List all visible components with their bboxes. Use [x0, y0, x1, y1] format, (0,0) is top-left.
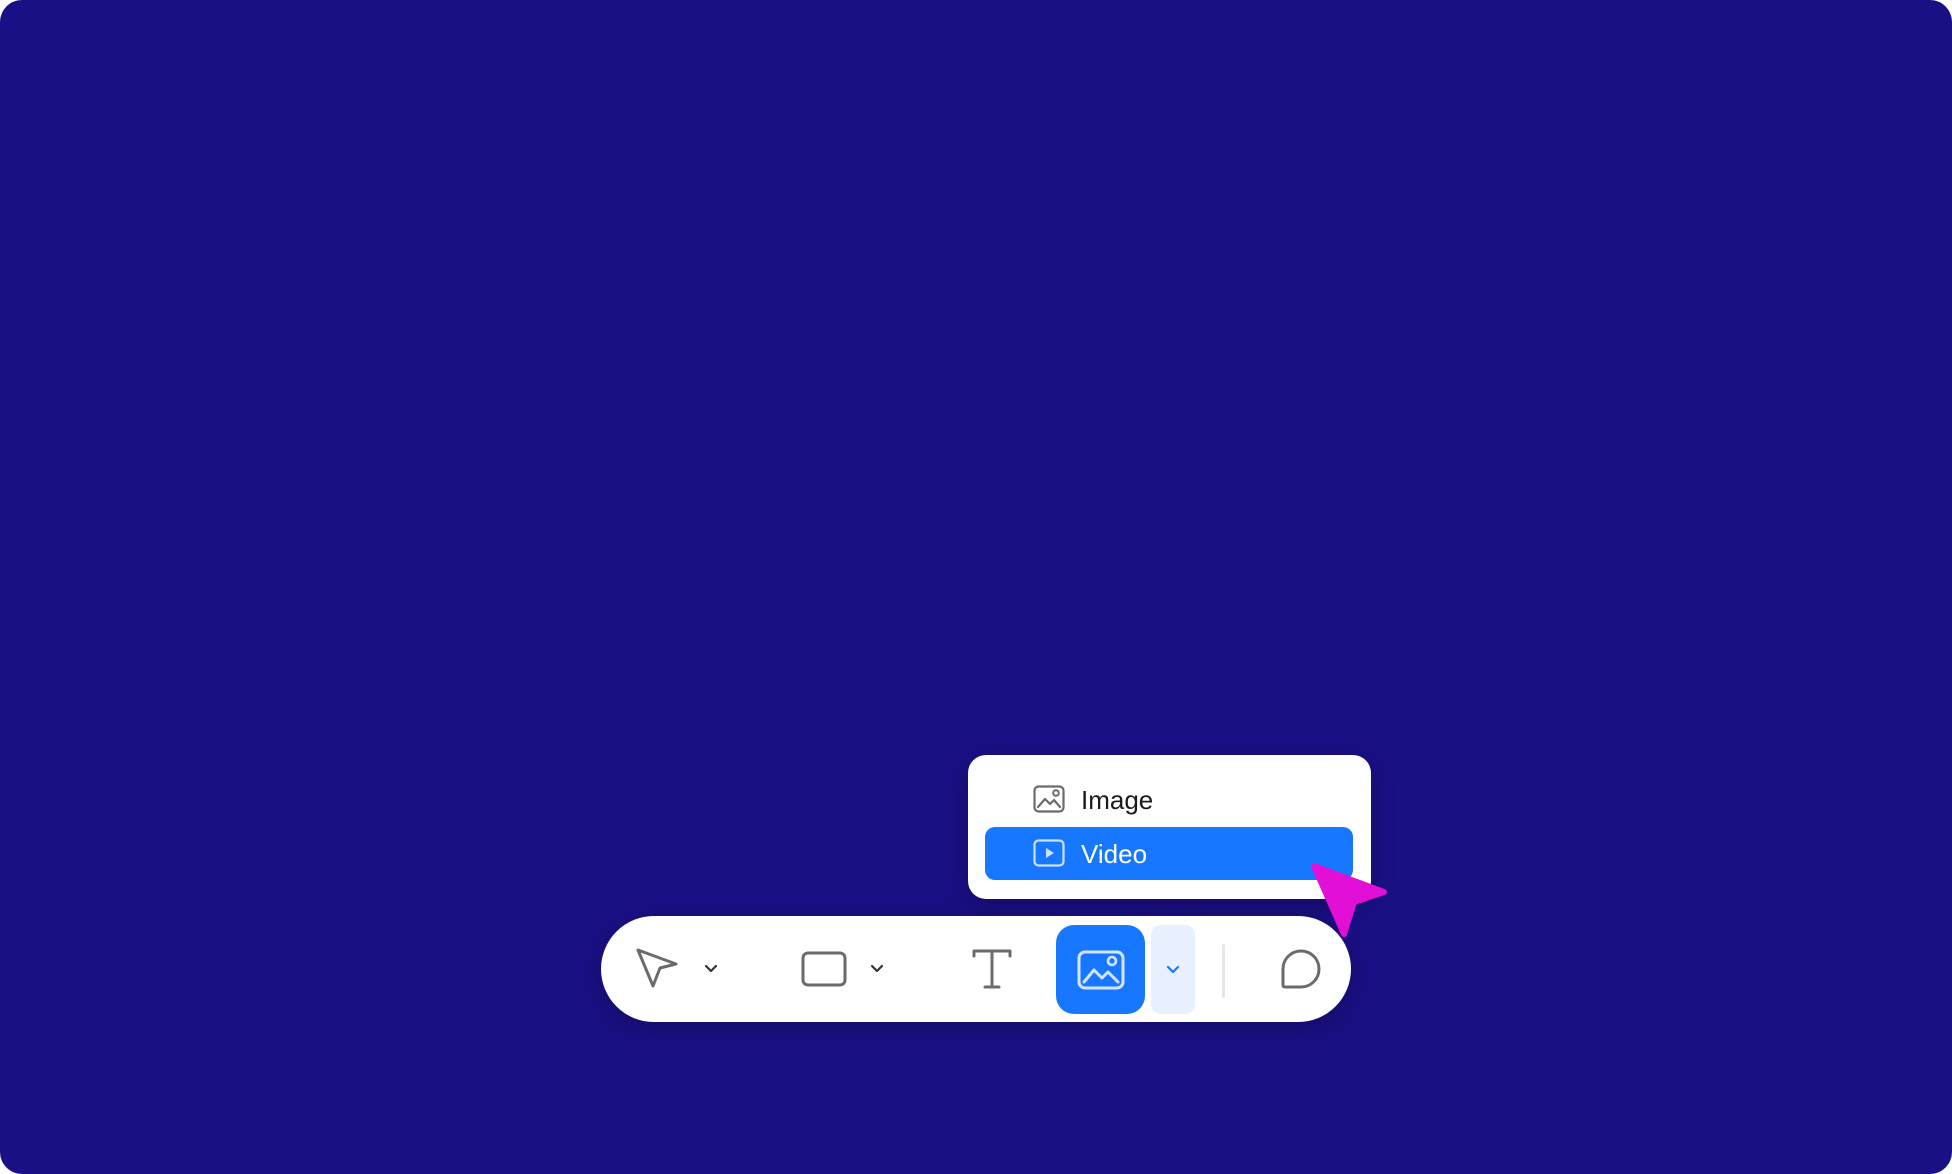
- menu-item-image[interactable]: Image: [985, 773, 1353, 826]
- menu-item-label: Video: [1081, 839, 1148, 869]
- menu-item-label: Image: [1081, 785, 1154, 815]
- move-tool-button[interactable]: [629, 936, 685, 1002]
- mouse-cursor-icon: [1310, 862, 1388, 940]
- bottom-toolbar: [601, 916, 1351, 1022]
- chevron-down-icon: [870, 964, 884, 974]
- rectangle-icon: [801, 951, 847, 987]
- pointer-arrow-icon: [634, 946, 680, 992]
- text-tool-button[interactable]: [957, 936, 1027, 1002]
- move-tool-dropdown[interactable]: [699, 954, 723, 984]
- media-tool-dropdown[interactable]: [1151, 925, 1195, 1014]
- menu-item-video[interactable]: Video: [985, 827, 1353, 880]
- image-icon: [1077, 950, 1125, 990]
- toolbar-divider: [1222, 944, 1225, 998]
- chevron-down-icon: [1166, 965, 1180, 975]
- text-t-icon: [971, 948, 1013, 990]
- comment-tool-button[interactable]: [1271, 936, 1331, 1002]
- image-icon: [1033, 785, 1065, 813]
- comment-bubble-icon: [1279, 947, 1323, 991]
- canvas[interactable]: Image Video: [0, 0, 1952, 1174]
- video-icon: [1033, 839, 1065, 867]
- rectangle-tool-button[interactable]: [791, 936, 857, 1002]
- rectangle-tool-dropdown[interactable]: [865, 954, 889, 984]
- chevron-down-icon: [704, 964, 718, 974]
- media-tool-button[interactable]: [1056, 925, 1145, 1014]
